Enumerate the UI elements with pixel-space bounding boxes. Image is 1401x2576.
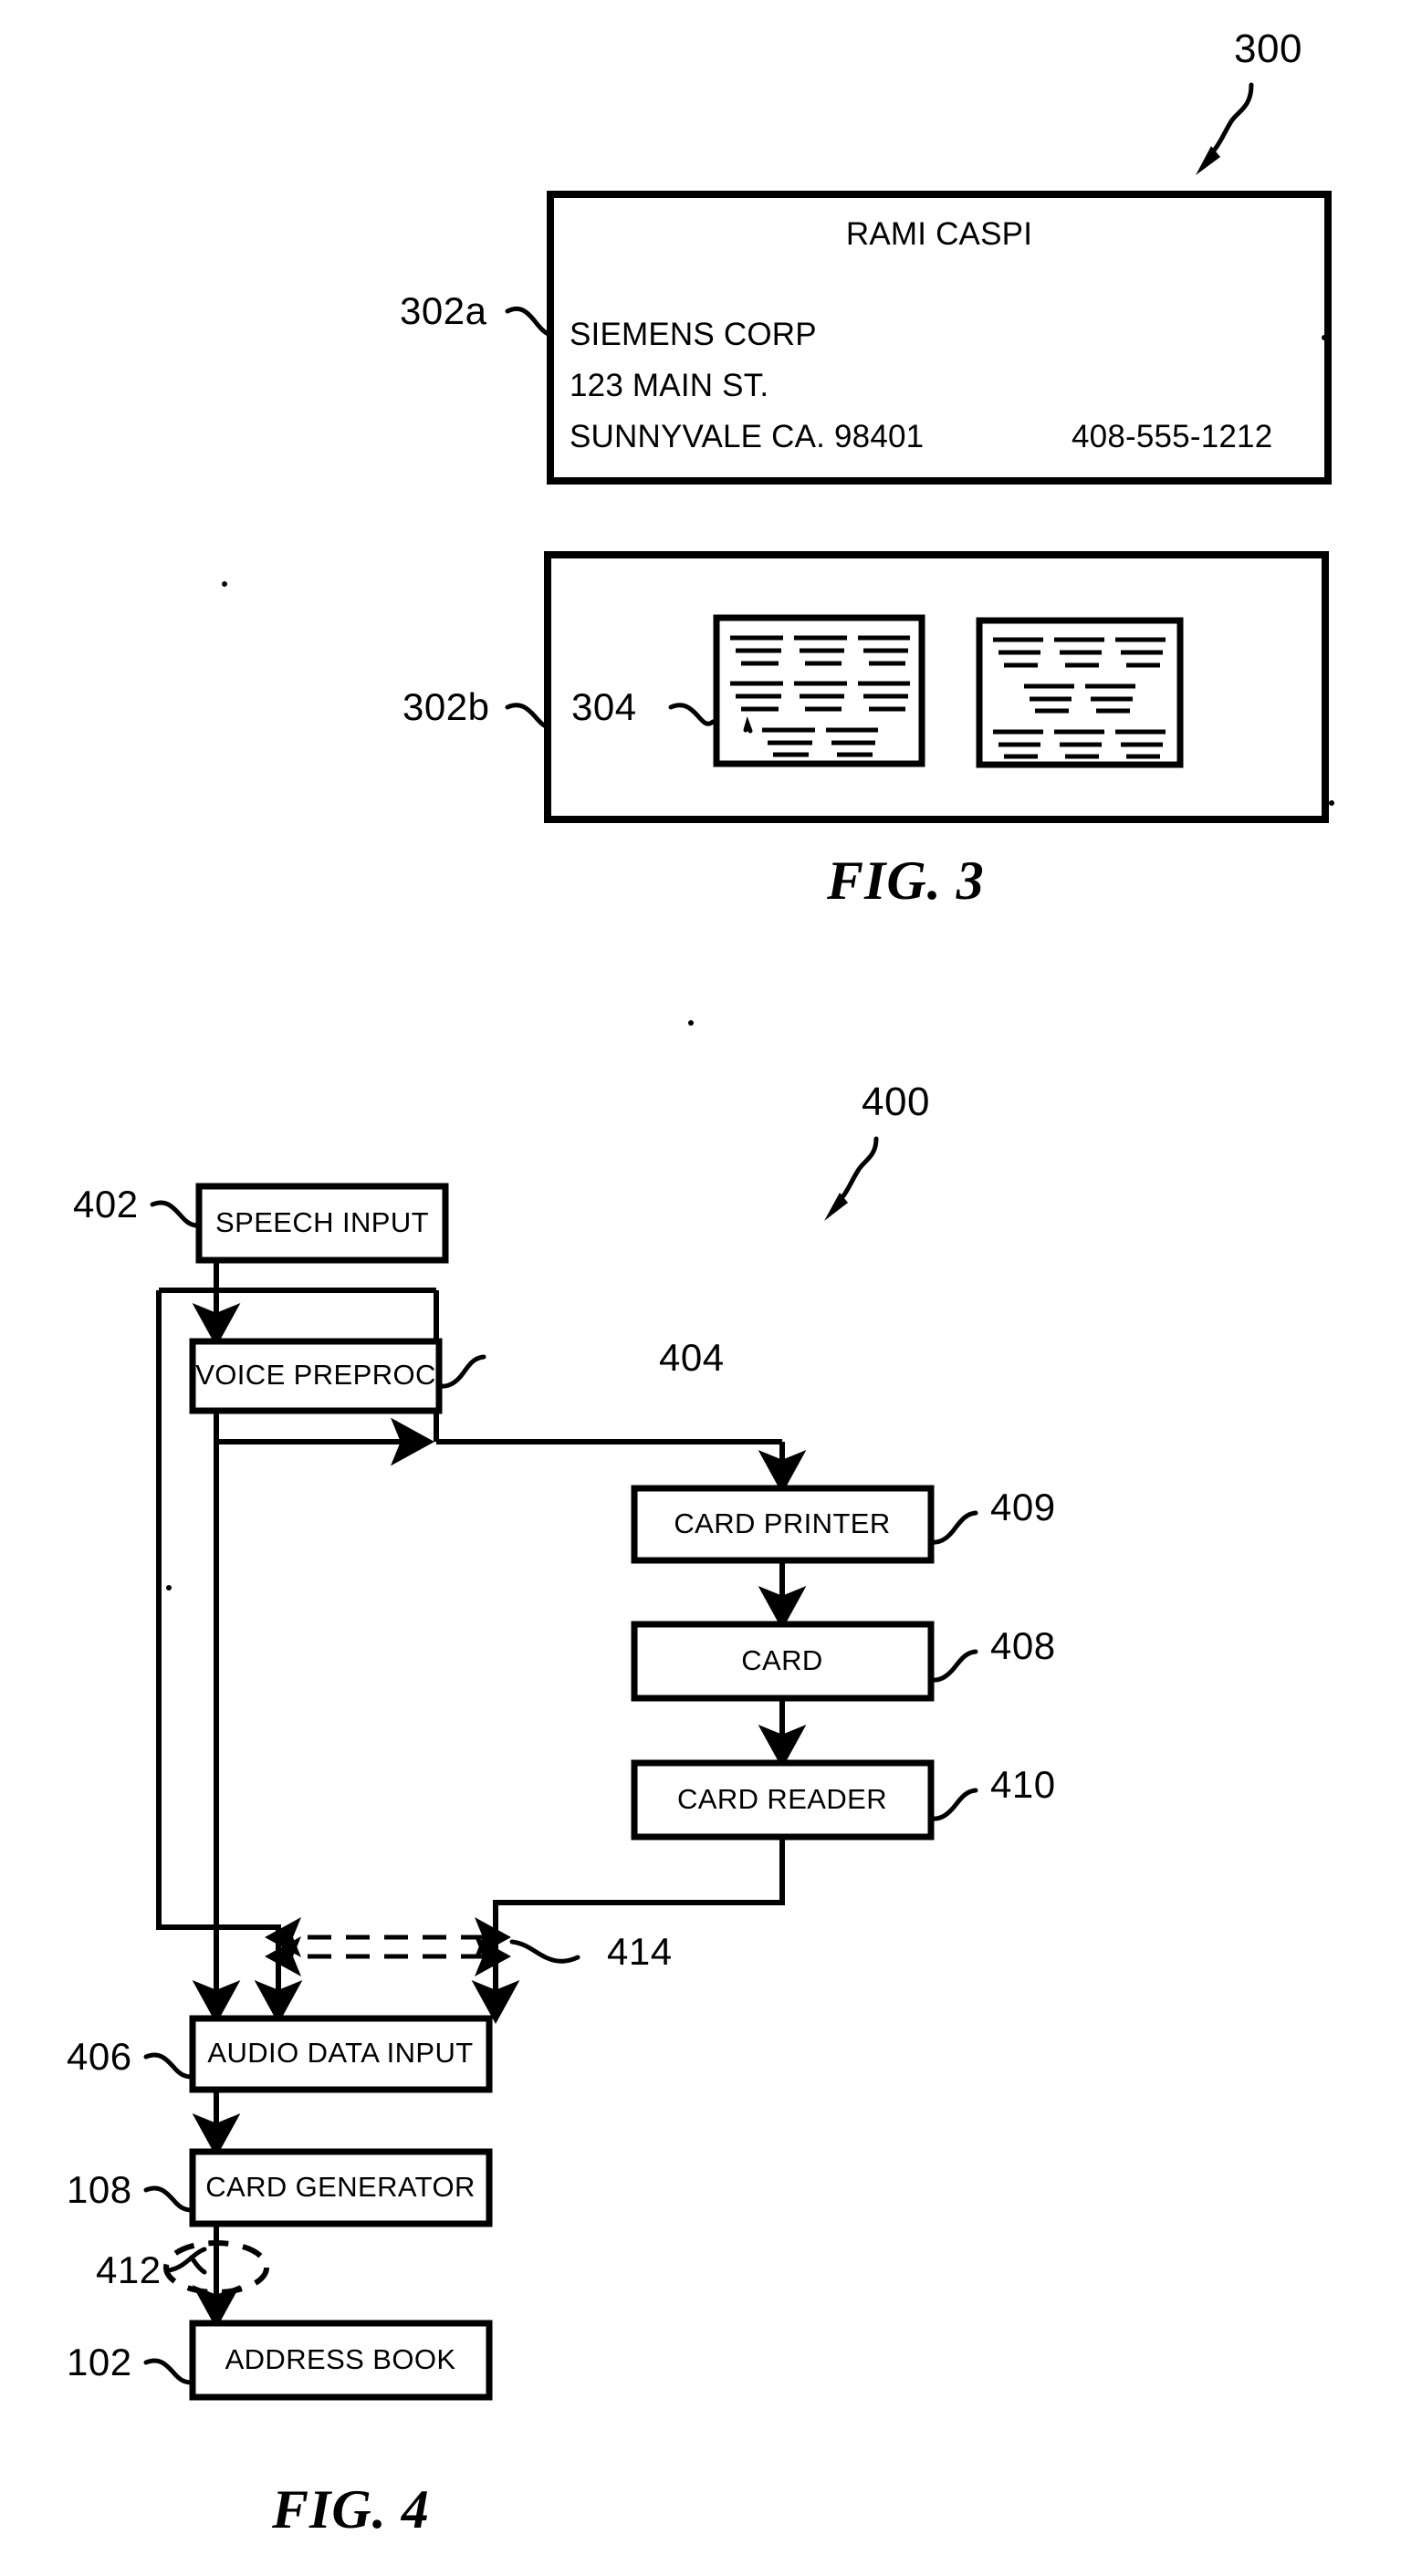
patent-drawing-sheet: 300 RAMI CASPI SIEMENS CORP 123 MAIN ST.… <box>0 0 1401 2576</box>
ref-108-leader <box>143 2185 194 2213</box>
ref-400: 400 <box>862 1079 930 1124</box>
ref-304: 304 <box>571 685 637 728</box>
ref-108: 108 <box>67 2168 132 2211</box>
scan-speck <box>1329 800 1334 806</box>
card-street: 123 MAIN ST. <box>570 368 768 403</box>
block-voice-preproc-label: VOICE PREPROC <box>195 1359 436 1391</box>
card-company: SIEMENS CORP <box>570 317 817 352</box>
ref-302a: 302a <box>400 289 487 332</box>
ref-402-leader <box>150 1200 201 1228</box>
block-card-generator: CARD GENERATOR <box>189 2148 493 2227</box>
ref-409: 409 <box>990 1486 1056 1528</box>
ref-302a-leader <box>505 306 554 338</box>
ref-414-leader <box>509 1939 580 1964</box>
ref-300: 300 <box>1234 26 1302 71</box>
block-speech-input: SPEECH INPUT <box>195 1183 449 1264</box>
ref-406-leader <box>143 2052 194 2080</box>
card-phone: 408-555-1212 <box>1072 419 1272 454</box>
figure-4-group: 400 414 412 SPEECH INPUT 402 VOICE PREPR… <box>67 1079 1056 2539</box>
ref-302b-leader <box>505 703 551 730</box>
block-address-book-label: ADDRESS BOOK <box>225 2343 456 2375</box>
block-audio-data-input-label: AUDIO DATA INPUT <box>207 2037 473 2069</box>
ref-300-leader <box>1211 82 1254 153</box>
block-card: CARD <box>631 1621 935 1702</box>
ref-408-leader <box>930 1649 978 1683</box>
ref-406: 406 <box>67 2035 132 2078</box>
ref-412-leader-b <box>189 2255 207 2275</box>
ref-402: 402 <box>73 1183 139 1225</box>
block-card-printer-label: CARD PRINTER <box>674 1507 890 1539</box>
ref-410: 410 <box>990 1763 1056 1806</box>
ref-410-leader <box>930 1788 978 1821</box>
ref-404-leader <box>438 1354 486 1389</box>
figure-4-caption: FIG. 4 <box>271 2479 430 2539</box>
scan-speck <box>688 1020 694 1026</box>
card-city-state-zip: SUNNYVALE CA. 98401 <box>570 419 924 454</box>
ref-414: 414 <box>607 1930 673 1973</box>
block-voice-preproc: VOICE PREPROC <box>189 1338 443 1414</box>
scan-speck <box>1322 335 1327 340</box>
ref-412: 412 <box>96 2248 162 2291</box>
card-thumbnail-left <box>713 614 925 767</box>
ref-400-leader <box>840 1136 879 1200</box>
card-name: RAMI CASPI <box>846 216 1032 252</box>
block-audio-data-input: AUDIO DATA INPUT <box>189 2015 493 2093</box>
scan-speck <box>222 581 227 587</box>
block-card-printer: CARD PRINTER <box>631 1485 935 1564</box>
card-thumbnail-right <box>976 617 1184 768</box>
thumbnail-tick <box>743 716 753 734</box>
block-card-generator-label: CARD GENERATOR <box>205 2171 476 2203</box>
block-card-reader: CARD READER <box>631 1759 935 1841</box>
figures-canvas: 300 RAMI CASPI SIEMENS CORP 123 MAIN ST.… <box>67 26 1334 2539</box>
ref-302b: 302b <box>403 685 489 728</box>
business-card-back <box>544 551 1329 823</box>
block-address-book: ADDRESS BOOK <box>189 2320 493 2401</box>
ref-102: 102 <box>67 2341 132 2383</box>
ref-409-leader <box>930 1510 978 1545</box>
scan-speck <box>166 1585 172 1590</box>
ref-404: 404 <box>659 1336 725 1379</box>
block-card-reader-label: CARD READER <box>677 1783 887 1815</box>
ref-102-leader <box>143 2358 194 2385</box>
ref-408: 408 <box>990 1624 1056 1667</box>
block-card-label: CARD <box>741 1644 822 1676</box>
figure-3-caption: FIG. 3 <box>826 850 985 911</box>
block-speech-input-label: SPEECH INPUT <box>215 1206 429 1238</box>
